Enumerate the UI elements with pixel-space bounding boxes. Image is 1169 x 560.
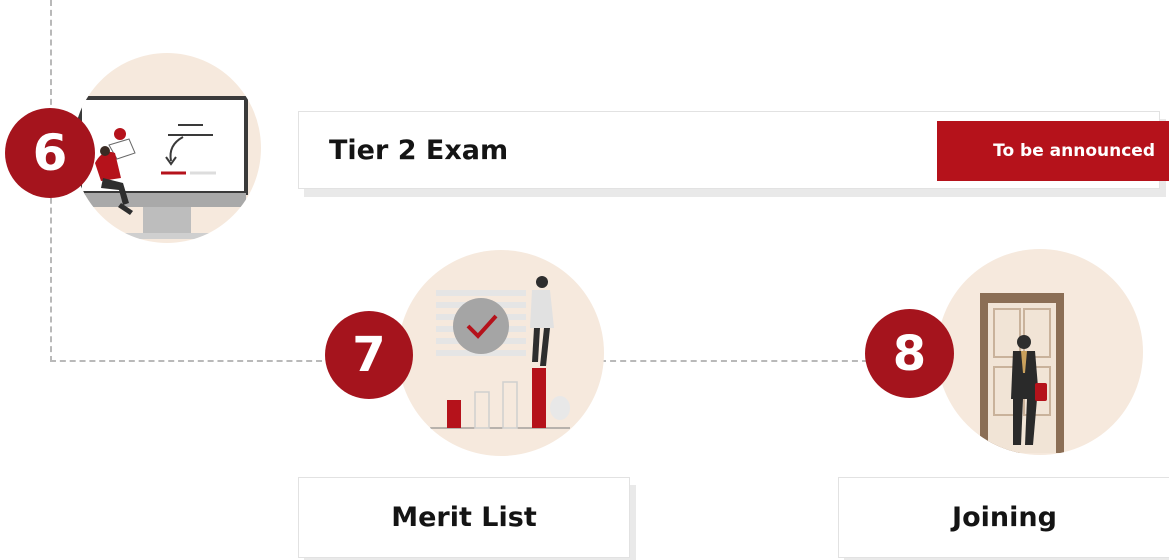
status-text: To be announced — [993, 141, 1155, 161]
step-card-joining: Joining — [838, 477, 1169, 558]
step-number: 6 — [32, 124, 68, 182]
step-number-badge: 7 — [325, 311, 413, 399]
computer-monitor-icon — [78, 96, 248, 239]
door-icon — [980, 293, 1064, 453]
step-number-badge: 8 — [865, 309, 954, 398]
online-exam-illustration — [73, 53, 261, 243]
step-number-badge: 6 — [5, 108, 95, 198]
timeline-connector-horizontal — [600, 360, 868, 362]
step-card-merit-list: Merit List — [298, 477, 630, 558]
step-number: 7 — [352, 327, 386, 383]
merit-list-illustration — [398, 250, 604, 456]
timeline-connector-horizontal — [50, 360, 322, 362]
merit-chart-icon — [426, 276, 570, 429]
step-number: 8 — [892, 325, 927, 382]
step-title: Tier 2 Exam — [329, 134, 509, 166]
status-badge: To be announced — [937, 121, 1169, 181]
joining-door-illustration — [937, 249, 1143, 455]
step-title: Merit List — [391, 502, 537, 533]
step-title: Joining — [952, 502, 1057, 533]
